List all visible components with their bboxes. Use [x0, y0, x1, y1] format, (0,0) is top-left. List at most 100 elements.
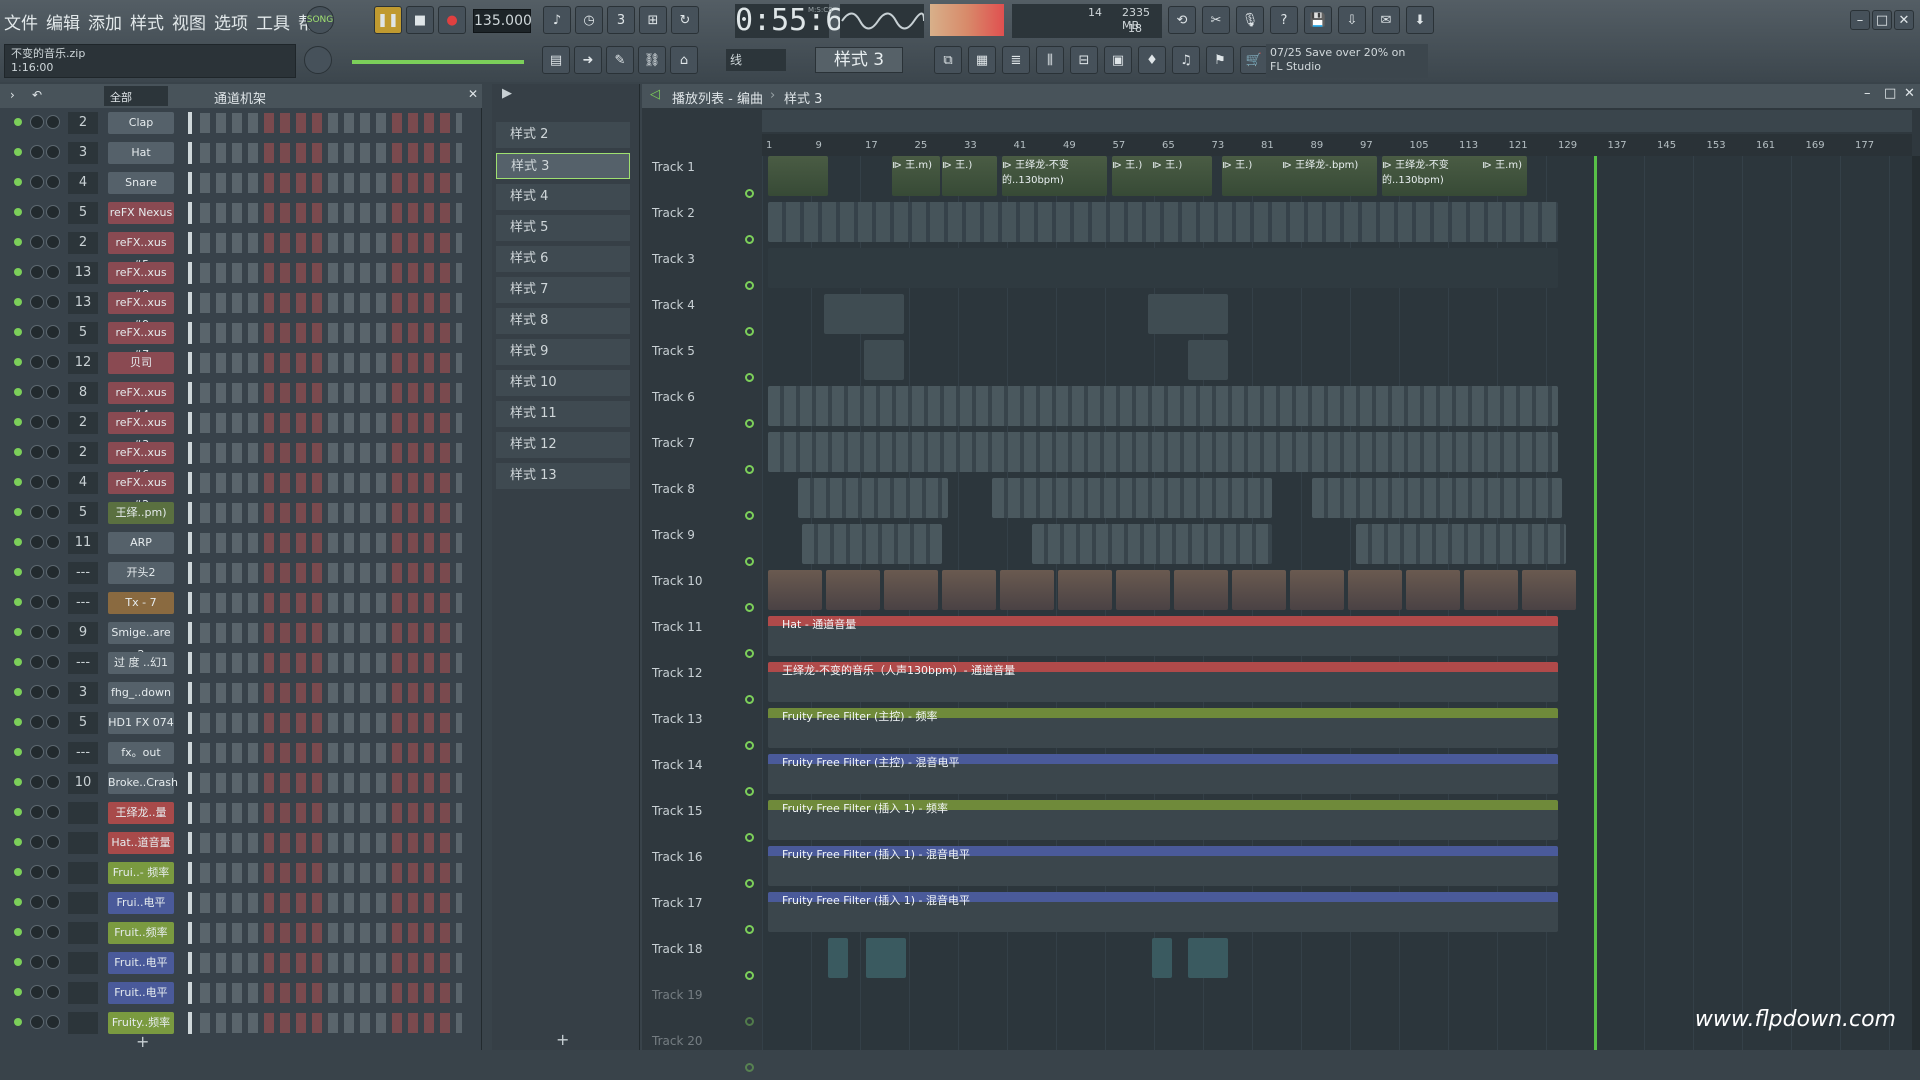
mixer-track-number[interactable]: --- — [68, 652, 98, 674]
volume-knob[interactable] — [46, 505, 60, 519]
step-sequencer[interactable] — [200, 293, 462, 313]
mute-led-icon[interactable] — [14, 268, 22, 276]
channel-rack-icon[interactable]: ≣ — [1002, 46, 1030, 74]
mute-led-icon[interactable] — [14, 178, 22, 186]
channel-name-button[interactable]: HD1 FX 074 — [108, 712, 174, 734]
mute-led-icon[interactable] — [14, 448, 22, 456]
play-button[interactable]: ❚❚ — [374, 6, 402, 34]
maximize-icon[interactable]: □ — [1872, 10, 1892, 30]
volume-knob[interactable] — [46, 715, 60, 729]
pan-knob[interactable] — [30, 385, 44, 399]
arrow-icon[interactable]: ➜ — [574, 46, 602, 74]
channel-name-button[interactable]: Tx - 7 — [108, 592, 174, 614]
step-sequencer[interactable] — [200, 143, 462, 163]
menu-item[interactable]: 工具 — [256, 9, 290, 34]
channel-select[interactable] — [188, 202, 192, 224]
mixer-track-number[interactable]: 11 — [68, 532, 98, 554]
step-sequencer[interactable] — [200, 203, 462, 223]
step-sequencer[interactable] — [200, 233, 462, 253]
volume-knob[interactable] — [46, 265, 60, 279]
mute-led-icon[interactable] — [14, 1018, 22, 1026]
channel-row[interactable]: 5reFX Nexus — [6, 198, 476, 228]
pan-knob[interactable] — [30, 205, 44, 219]
channel-select[interactable] — [188, 232, 192, 254]
mixer-track-number[interactable] — [68, 1012, 98, 1034]
volume-knob[interactable] — [46, 745, 60, 759]
channel-row[interactable]: 12贝司 — [6, 348, 476, 378]
channel-name-button[interactable]: ARP — [108, 532, 174, 554]
mute-led-icon[interactable] — [14, 718, 22, 726]
channel-row[interactable]: 9Smige..are 2 — [6, 618, 476, 648]
step-sequencer[interactable] — [200, 923, 462, 943]
channel-select[interactable] — [188, 1012, 192, 1034]
mute-led-icon[interactable] — [14, 868, 22, 876]
step-sequencer[interactable] — [200, 833, 462, 853]
audio-clip[interactable] — [1522, 570, 1576, 610]
mute-led-icon[interactable] — [14, 538, 22, 546]
channel-row[interactable]: 2Clap — [6, 108, 476, 138]
mute-led-icon[interactable] — [14, 568, 22, 576]
browser-icon[interactable]: ⊟ — [1070, 46, 1098, 74]
audio-clip[interactable] — [1464, 570, 1518, 610]
pan-knob[interactable] — [30, 715, 44, 729]
track-header[interactable]: Track 2 — [652, 206, 756, 252]
pan-knob[interactable] — [30, 895, 44, 909]
undo-icon[interactable]: ⟲ — [1168, 6, 1196, 34]
pan-knob[interactable] — [30, 235, 44, 249]
download-icon[interactable]: ⬇ — [1406, 6, 1434, 34]
pan-knob[interactable] — [30, 835, 44, 849]
pan-knob[interactable] — [30, 175, 44, 189]
mixer-track-number[interactable]: 2 — [68, 232, 98, 254]
automation-clip[interactable]: Fruity Free Filter (插入 1) - 频率 — [768, 800, 1558, 840]
plugin-icon[interactable]: ▣ — [1104, 46, 1132, 74]
channel-name-button[interactable]: reFX Nexus — [108, 202, 174, 224]
channel-name-button[interactable]: Clap — [108, 112, 174, 134]
track-header[interactable]: Track 3 — [652, 252, 756, 298]
mixer-track-number[interactable]: 4 — [68, 472, 98, 494]
channel-row[interactable]: 8reFX..xus #4 — [6, 378, 476, 408]
touch-keyboard-icon[interactable]: ♫ — [1172, 46, 1200, 74]
minimize-icon[interactable]: – — [1850, 10, 1870, 30]
volume-knob[interactable] — [46, 475, 60, 489]
wait-icon[interactable]: ◷ — [575, 6, 603, 34]
mixer-track-number[interactable] — [68, 922, 98, 944]
volume-knob[interactable] — [46, 805, 60, 819]
channel-row[interactable]: 2reFX..xus #3 — [6, 408, 476, 438]
help-icon[interactable]: ? — [1270, 6, 1298, 34]
record-button[interactable]: ● — [438, 6, 466, 34]
mixer-track-number[interactable] — [68, 832, 98, 854]
channel-select[interactable] — [188, 262, 192, 284]
metronome-icon[interactable]: ♪ — [543, 6, 571, 34]
mute-led-icon[interactable] — [14, 658, 22, 666]
volume-knob[interactable] — [46, 595, 60, 609]
mute-led-icon[interactable] — [14, 478, 22, 486]
channel-row[interactable]: 4Snare — [6, 168, 476, 198]
mixer-track-number[interactable]: 9 — [68, 622, 98, 644]
volume-knob[interactable] — [46, 775, 60, 789]
countdown-icon[interactable]: 3 — [607, 6, 635, 34]
channel-row[interactable]: 3Hat — [6, 138, 476, 168]
volume-knob[interactable] — [46, 1015, 60, 1029]
channel-select[interactable] — [188, 772, 192, 794]
mute-led-icon[interactable] — [14, 388, 22, 396]
stop-button[interactable]: ■ — [406, 6, 434, 34]
volume-knob[interactable] — [46, 625, 60, 639]
pattern-item[interactable]: 样式 13 — [496, 463, 630, 489]
step-sequencer[interactable] — [200, 683, 462, 703]
mixer-track-number[interactable]: --- — [68, 592, 98, 614]
audio-clip[interactable] — [1232, 570, 1286, 610]
track-header[interactable]: Track 17 — [652, 896, 756, 942]
channel-name-button[interactable]: Fruit..电平 — [108, 952, 174, 974]
mixer-track-number[interactable]: 5 — [68, 502, 98, 524]
channel-row[interactable]: Frui..- 频率 — [6, 858, 476, 888]
pattern-clip[interactable] — [768, 248, 1558, 288]
volume-knob[interactable] — [46, 325, 60, 339]
channel-name-button[interactable]: Fruit..电平 — [108, 982, 174, 1004]
volume-knob[interactable] — [46, 835, 60, 849]
channel-row[interactable]: Fruit..电平 — [6, 948, 476, 978]
pattern-clip[interactable] — [802, 524, 942, 564]
chat-icon[interactable]: ✉ — [1372, 6, 1400, 34]
playhead-marker[interactable] — [1594, 156, 1597, 1050]
channel-name-button[interactable]: Frui..- 频率 — [108, 862, 174, 884]
audio-clip[interactable] — [1348, 570, 1402, 610]
